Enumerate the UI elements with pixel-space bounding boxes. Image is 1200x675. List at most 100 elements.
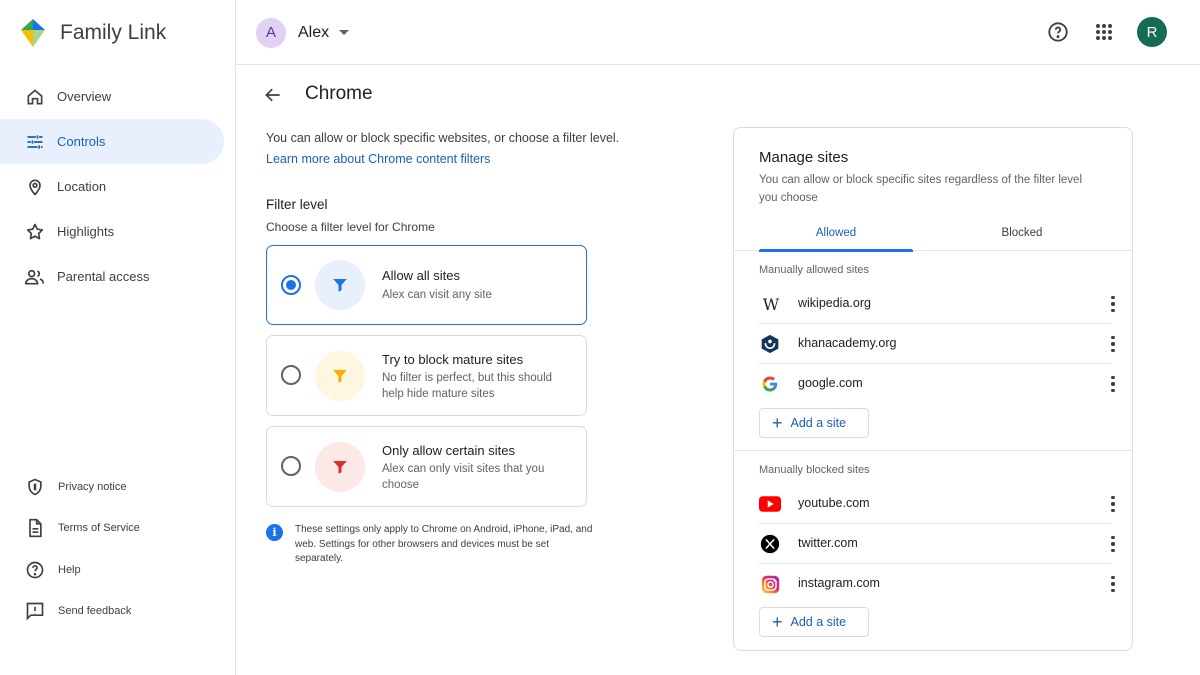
youtube-icon bbox=[759, 493, 781, 515]
site-name: instagram.com bbox=[798, 576, 880, 590]
plus-icon: + bbox=[772, 413, 783, 433]
filter-badge bbox=[315, 351, 365, 401]
add-allowed-site-button[interactable]: + Add a site bbox=[759, 408, 869, 438]
footer-label: Help bbox=[58, 563, 81, 576]
filter-option-only-allow[interactable]: Only allow certain sites Alex can only v… bbox=[266, 426, 587, 507]
more-options-icon[interactable] bbox=[1103, 294, 1123, 314]
site-name: khanacademy.org bbox=[798, 336, 897, 350]
intro-text: You can allow or block specific websites… bbox=[266, 131, 620, 145]
document-icon bbox=[24, 517, 46, 539]
child-avatar: A bbox=[256, 17, 286, 48]
page-title: Chrome bbox=[305, 83, 373, 104]
sidebar-nav: Overview Controls Location Highlights Pa… bbox=[0, 74, 236, 299]
wikipedia-icon: W bbox=[762, 294, 780, 314]
feedback-icon bbox=[24, 600, 46, 622]
more-options-icon[interactable] bbox=[1103, 374, 1123, 394]
apps-button[interactable] bbox=[1092, 20, 1116, 44]
filter-badge bbox=[315, 442, 365, 492]
list-item[interactable]: instagram.com bbox=[759, 564, 1115, 604]
tab-allowed[interactable]: Allowed bbox=[759, 220, 913, 252]
radio-allow-all[interactable] bbox=[281, 275, 301, 295]
sites-tabs: Allowed Blocked bbox=[734, 220, 1132, 252]
option-title: Only allow certain sites bbox=[382, 443, 515, 458]
filter-icon bbox=[333, 370, 347, 383]
more-options-icon[interactable] bbox=[1103, 534, 1123, 554]
tab-blocked[interactable]: Blocked bbox=[945, 220, 1099, 251]
filter-icon bbox=[333, 461, 347, 474]
option-title: Allow all sites bbox=[382, 268, 461, 283]
help-button[interactable] bbox=[1046, 20, 1070, 44]
site-name: google.com bbox=[798, 376, 863, 390]
sidebar-item-label: Location bbox=[57, 179, 107, 194]
child-name: Alex bbox=[298, 23, 330, 41]
filter-level-heading: Filter level bbox=[266, 197, 328, 212]
option-description: Alex can only visit sites that you choos… bbox=[382, 463, 545, 491]
footer-label: Send feedback bbox=[58, 605, 132, 618]
family-link-logo-icon bbox=[21, 19, 45, 47]
brand[interactable]: Family Link bbox=[20, 16, 166, 50]
child-selector[interactable]: A Alex bbox=[256, 17, 350, 48]
chevron-down-icon bbox=[339, 30, 350, 35]
account-avatar[interactable]: R bbox=[1137, 17, 1167, 47]
footer-label: Terms of Service bbox=[58, 522, 140, 535]
sidebar-item-label: Controls bbox=[57, 134, 106, 149]
plus-icon: + bbox=[772, 612, 783, 632]
filter-option-block-mature[interactable]: Try to block mature sites No filter is p… bbox=[266, 335, 587, 416]
back-button[interactable] bbox=[262, 84, 284, 106]
add-site-label: Add a site bbox=[790, 416, 847, 430]
allowed-section-label: Manually allowed sites bbox=[759, 264, 870, 276]
khan-academy-icon bbox=[759, 333, 781, 355]
sidebar: Family Link Overview Controls Location H… bbox=[0, 0, 236, 675]
sidebar-item-highlights[interactable]: Highlights bbox=[0, 209, 224, 254]
filter-icon bbox=[333, 279, 347, 292]
sidebar-item-controls[interactable]: Controls bbox=[0, 119, 224, 164]
list-item[interactable]: youtube.com bbox=[759, 484, 1115, 524]
more-options-icon[interactable] bbox=[1103, 574, 1123, 594]
card-subtitle: You can allow or block specific sites re… bbox=[759, 174, 1083, 204]
site-name: twitter.com bbox=[798, 536, 858, 550]
section-divider bbox=[734, 450, 1132, 451]
help-link[interactable]: Help bbox=[0, 549, 236, 591]
footer-label: Privacy notice bbox=[58, 480, 127, 493]
list-item[interactable]: twitter.com bbox=[759, 524, 1115, 564]
send-feedback-link[interactable]: Send feedback bbox=[0, 591, 236, 633]
site-name: wikipedia.org bbox=[798, 296, 871, 310]
radio-block-mature[interactable] bbox=[281, 365, 301, 385]
filter-option-allow-all[interactable]: Allow all sites Alex can visit any site bbox=[266, 245, 587, 325]
add-blocked-site-button[interactable]: + Add a site bbox=[759, 607, 869, 637]
list-item[interactable]: google.com bbox=[759, 364, 1115, 404]
google-icon bbox=[759, 373, 781, 395]
help-icon bbox=[24, 559, 46, 581]
instagram-icon bbox=[759, 573, 781, 595]
card-title: Manage sites bbox=[759, 149, 849, 166]
filter-level-subheading: Choose a filter level for Chrome bbox=[266, 220, 435, 234]
note-text: These settings only apply to Chrome on A… bbox=[295, 524, 593, 564]
sidebar-item-location[interactable]: Location bbox=[0, 164, 224, 209]
sidebar-item-label: Parental access bbox=[57, 269, 150, 284]
star-icon bbox=[24, 221, 46, 243]
top-bar: A Alex R bbox=[236, 0, 1200, 65]
learn-more-link[interactable]: Learn more about Chrome content filters bbox=[266, 152, 490, 166]
radio-only-allow[interactable] bbox=[281, 456, 301, 476]
sidebar-item-label: Highlights bbox=[57, 224, 115, 239]
arrow-back-icon bbox=[265, 88, 280, 102]
sidebar-item-overview[interactable]: Overview bbox=[0, 74, 224, 119]
option-title: Try to block mature sites bbox=[382, 352, 524, 367]
sidebar-item-parental-access[interactable]: Parental access bbox=[0, 254, 224, 299]
list-item[interactable]: W wikipedia.org bbox=[759, 284, 1115, 324]
privacy-notice-link[interactable]: Privacy notice bbox=[0, 466, 236, 508]
sidebar-item-label: Overview bbox=[57, 89, 112, 104]
info-icon: i bbox=[266, 524, 283, 541]
sidebar-footer: Privacy notice Terms of Service Help Sen… bbox=[0, 466, 236, 632]
more-options-icon[interactable] bbox=[1103, 494, 1123, 514]
terms-of-service-link[interactable]: Terms of Service bbox=[0, 508, 236, 550]
more-options-icon[interactable] bbox=[1103, 334, 1123, 354]
filter-badge bbox=[315, 260, 365, 310]
people-icon bbox=[24, 266, 46, 288]
option-description: No filter is perfect, but this should he… bbox=[382, 372, 553, 400]
manage-sites-card: Manage sites You can allow or block spec… bbox=[733, 127, 1133, 651]
list-item[interactable]: khanacademy.org bbox=[759, 324, 1115, 364]
app-name: Family Link bbox=[60, 21, 167, 44]
help-icon bbox=[1048, 22, 1068, 42]
tune-icon bbox=[24, 131, 46, 153]
